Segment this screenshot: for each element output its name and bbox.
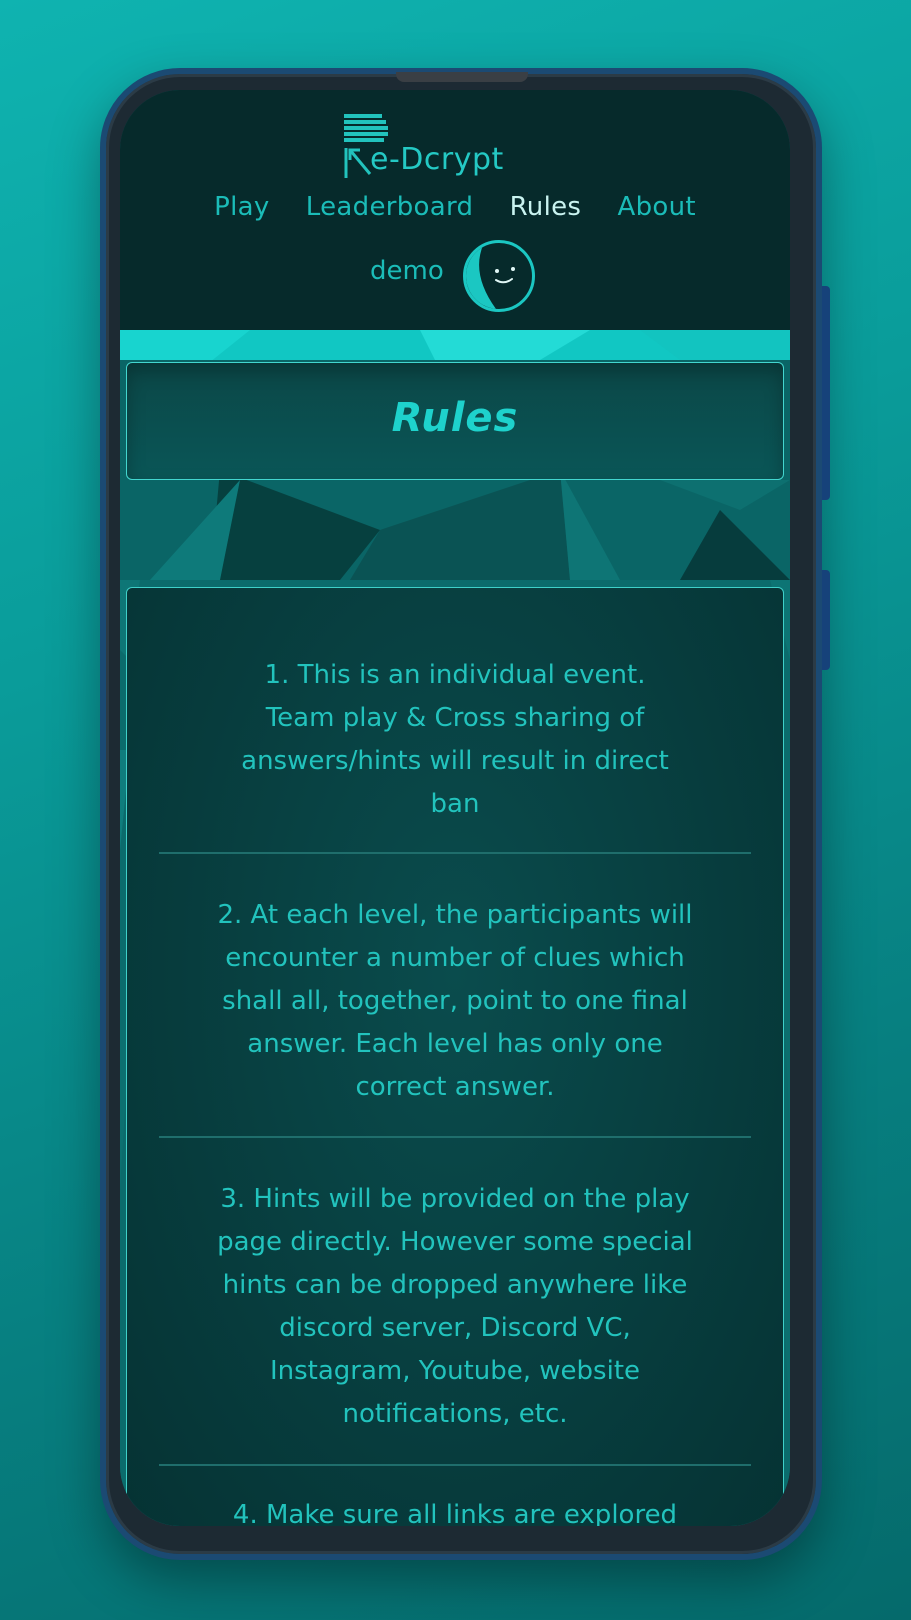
site-logo[interactable]: e-Dcrypt — [342, 112, 532, 182]
phone-frame: e-Dcrypt Play Leaderboard Rules About de… — [100, 68, 830, 1560]
page-title: Rules — [391, 395, 519, 441]
rule-1-line-3: answers/hints will result in direct — [241, 746, 669, 776]
rules-list-card: 1. This is an individual event. Team pla… — [126, 587, 784, 1526]
rule-2-line-1: 2. At each level, the participants will — [217, 900, 693, 930]
rule-item-3: 3. Hints will be provided on the play pa… — [157, 1178, 753, 1436]
nav-play[interactable]: Play — [214, 192, 269, 222]
rule-item-2: 2. At each level, the participants will … — [157, 894, 753, 1109]
rules-title-card: Rules — [126, 362, 784, 480]
main-nav: Play Leaderboard Rules About — [120, 192, 790, 222]
app-screen: e-Dcrypt Play Leaderboard Rules About de… — [120, 90, 790, 1526]
rule-1-line-1: 1. This is an individual event. — [264, 660, 646, 690]
rule-divider — [159, 852, 751, 854]
rule-item-1: 1. This is an individual event. Team pla… — [157, 654, 753, 826]
nav-about[interactable]: About — [618, 192, 696, 222]
rule-3-line-6: notifications, etc. — [342, 1399, 568, 1429]
phone-power-button — [822, 570, 830, 670]
nav-rules[interactable]: Rules — [510, 192, 582, 222]
logo-text: e-Dcrypt — [370, 142, 504, 177]
rule-4-line-1: 4. Make sure all links are explored — [232, 1500, 678, 1526]
rule-2-line-5: correct answer. — [355, 1072, 555, 1102]
rule-1-line-4: ban — [430, 789, 480, 819]
user-row: demo — [120, 240, 790, 320]
rule-item-4: 4. Make sure all links are explored — [157, 1494, 753, 1526]
rule-3-line-4: discord server, Discord VC, — [279, 1313, 631, 1343]
rule-3-line-5: Instagram, Youtube, website — [269, 1356, 641, 1386]
rule-3-line-1: 3. Hints will be provided on the play — [220, 1184, 690, 1214]
rule-3-line-2: page directly. However some special — [217, 1227, 693, 1257]
site-header: e-Dcrypt Play Leaderboard Rules About de… — [120, 90, 790, 330]
rule-2-line-4: answer. Each level has only one — [247, 1029, 663, 1059]
phone-volume-button — [822, 286, 830, 500]
user-avatar[interactable] — [463, 240, 535, 312]
smiley-face-avatar-icon — [466, 243, 515, 309]
rule-divider — [159, 1464, 751, 1466]
rule-divider — [159, 1136, 751, 1138]
rule-2-line-3: shall all, together, point to one final — [222, 986, 688, 1016]
phone-notch — [396, 72, 528, 82]
rule-1-line-2: Team play & Cross sharing of — [265, 703, 645, 733]
username-label[interactable]: demo — [370, 256, 444, 286]
nav-leaderboard[interactable]: Leaderboard — [306, 192, 474, 222]
rule-2-line-2: encounter a number of clues which — [225, 943, 685, 973]
rule-3-line-3: hints can be dropped anywhere like — [222, 1270, 688, 1300]
